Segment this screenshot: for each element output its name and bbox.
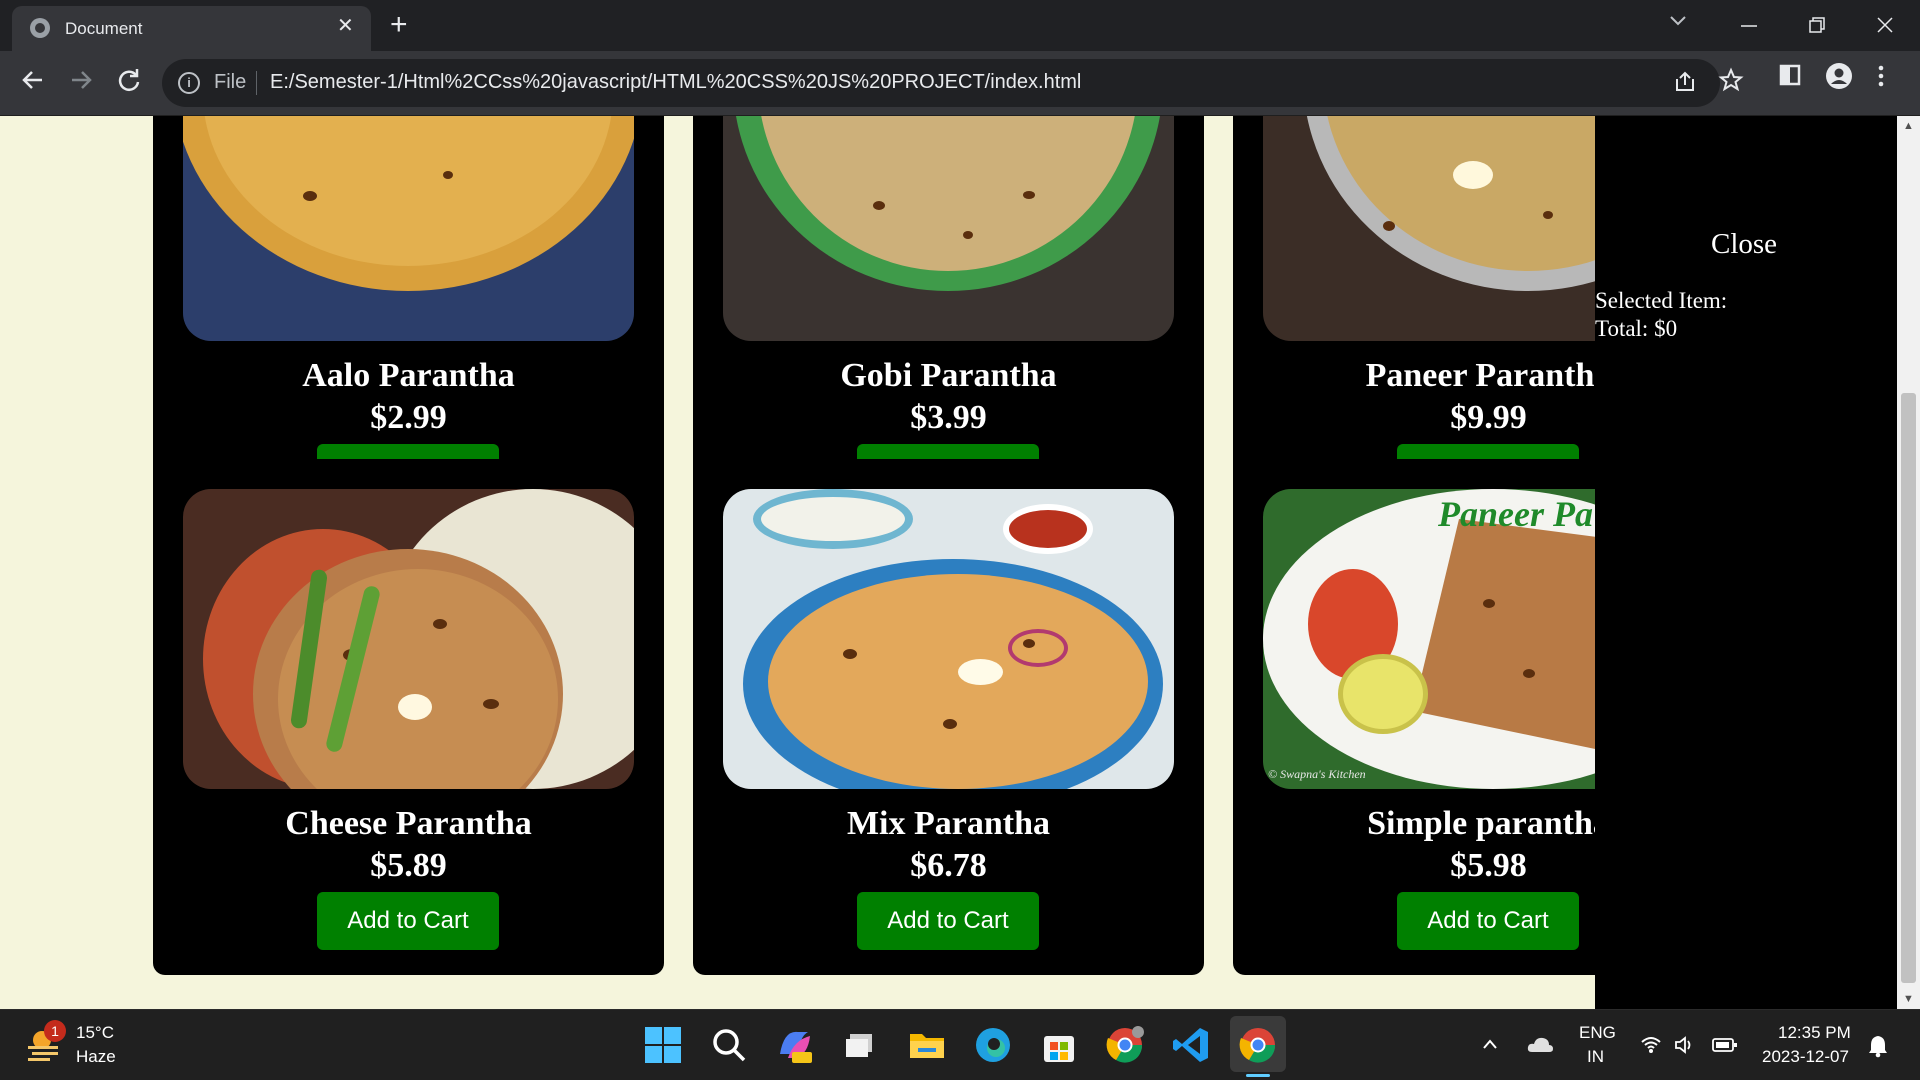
forward-icon[interactable] — [68, 65, 94, 95]
cart-sidebar: Close Selected Item: Total: $0 — [1595, 116, 1897, 1009]
new-tab-button[interactable]: + — [390, 8, 408, 42]
close-window-icon[interactable] — [1874, 6, 1896, 46]
copilot-icon[interactable] — [774, 1024, 816, 1066]
info-icon[interactable]: i — [178, 72, 200, 94]
menu-kebab-icon[interactable] — [1876, 63, 1886, 89]
chevron-up-icon[interactable] — [1482, 1038, 1498, 1050]
product-image — [723, 489, 1174, 789]
vscode-icon[interactable] — [1170, 1024, 1212, 1066]
bookmark-star-icon[interactable] — [1718, 67, 1744, 93]
reload-icon[interactable] — [116, 65, 142, 95]
scroll-up-arrow-icon[interactable]: ▲ — [1903, 120, 1914, 132]
product-image — [723, 116, 1174, 341]
product-price: $6.78 — [910, 847, 987, 884]
notification-bell-icon[interactable] — [1867, 1034, 1889, 1058]
globe-icon — [30, 18, 50, 38]
scheme-label: File — [214, 71, 247, 93]
search-icon[interactable] — [708, 1024, 750, 1066]
product-card: Cheese Parantha $5.89 Add to Cart — [153, 459, 664, 975]
scroll-down-arrow-icon[interactable]: ▼ — [1903, 993, 1914, 1005]
product-price: $3.99 — [910, 399, 987, 436]
chrome-profile-icon[interactable] — [1104, 1024, 1146, 1066]
address-bar[interactable]: i File E:/Semester-1/Html%2CCss%20javasc… — [162, 59, 1744, 107]
add-to-cart-button[interactable]: Add to Cart — [857, 892, 1039, 950]
language-code[interactable]: ENG — [1579, 1023, 1616, 1043]
notification-badge: 1 — [44, 1020, 66, 1042]
minimize-icon[interactable] — [1738, 6, 1760, 46]
page-scrollbar[interactable]: ▲ ▼ — [1897, 116, 1920, 1009]
product-price: $2.99 — [370, 399, 447, 436]
add-to-cart-button[interactable]: Add to Cart — [317, 892, 499, 950]
image-caption: Paneer Pa — [1438, 494, 1593, 534]
back-icon[interactable] — [20, 65, 46, 95]
chrome-icon[interactable] — [1237, 1024, 1279, 1066]
browser-toolbar: i File E:/Semester-1/Html%2CCss%20javasc… — [0, 51, 1920, 116]
scrollbar-thumb[interactable] — [1901, 393, 1916, 983]
microsoft-store-icon[interactable] — [1038, 1024, 1080, 1066]
address-separator — [256, 71, 257, 95]
edge-browser-icon[interactable] — [972, 1024, 1014, 1066]
close-cart-button[interactable]: Close — [1711, 228, 1777, 261]
share-icon[interactable] — [1672, 69, 1698, 95]
clock-date[interactable]: 2023-12-07 — [1762, 1047, 1849, 1067]
tab-strip: Document ✕ + — [0, 0, 1920, 51]
tab-close-icon[interactable]: ✕ — [337, 16, 354, 36]
product-price: $5.89 — [370, 847, 447, 884]
browser-tab[interactable]: Document ✕ — [12, 6, 371, 51]
weather-temperature[interactable]: 15°C — [76, 1023, 114, 1043]
tab-search-icon[interactable] — [1668, 10, 1688, 30]
product-name: Gobi Parantha — [840, 357, 1057, 394]
wifi-icon[interactable] — [1640, 1035, 1662, 1055]
product-image — [183, 489, 634, 789]
battery-icon[interactable] — [1712, 1037, 1738, 1053]
restore-icon[interactable] — [1806, 6, 1828, 46]
profile-icon[interactable] — [1826, 63, 1852, 89]
product-image — [183, 116, 634, 341]
product-card: Mix Parantha $6.78 Add to Cart — [693, 459, 1204, 975]
onedrive-cloud-icon[interactable] — [1526, 1034, 1554, 1054]
clock-time[interactable]: 12:35 PM — [1778, 1023, 1851, 1043]
selected-item-label: Selected Item: — [1595, 288, 1728, 313]
product-name: Mix Parantha — [846, 805, 1051, 842]
side-panel-icon[interactable] — [1778, 63, 1802, 87]
volume-icon[interactable] — [1674, 1035, 1696, 1055]
taskbar: 1 15°C Haze ENG IN 12:35 PM 2023-12-07 — [0, 1009, 1920, 1080]
product-name: Aalo Parantha — [302, 357, 515, 394]
windows-start-icon[interactable] — [642, 1024, 684, 1066]
active-indicator — [1246, 1074, 1270, 1077]
tab-title: Document — [65, 19, 143, 38]
file-explorer-icon[interactable] — [906, 1024, 948, 1066]
weather-condition[interactable]: Haze — [76, 1047, 116, 1067]
add-to-cart-button[interactable]: Add to Cart — [1397, 892, 1579, 950]
cart-total: Total: $0 — [1595, 316, 1678, 341]
language-region[interactable]: IN — [1587, 1047, 1604, 1067]
image-watermark: © Swapna's Kitchen — [1268, 767, 1366, 781]
task-view-icon[interactable] — [840, 1024, 882, 1066]
product-name: Cheese Parantha — [285, 805, 532, 842]
url-text[interactable]: E:/Semester-1/Html%2CCss%20javascript/HT… — [270, 71, 1081, 94]
